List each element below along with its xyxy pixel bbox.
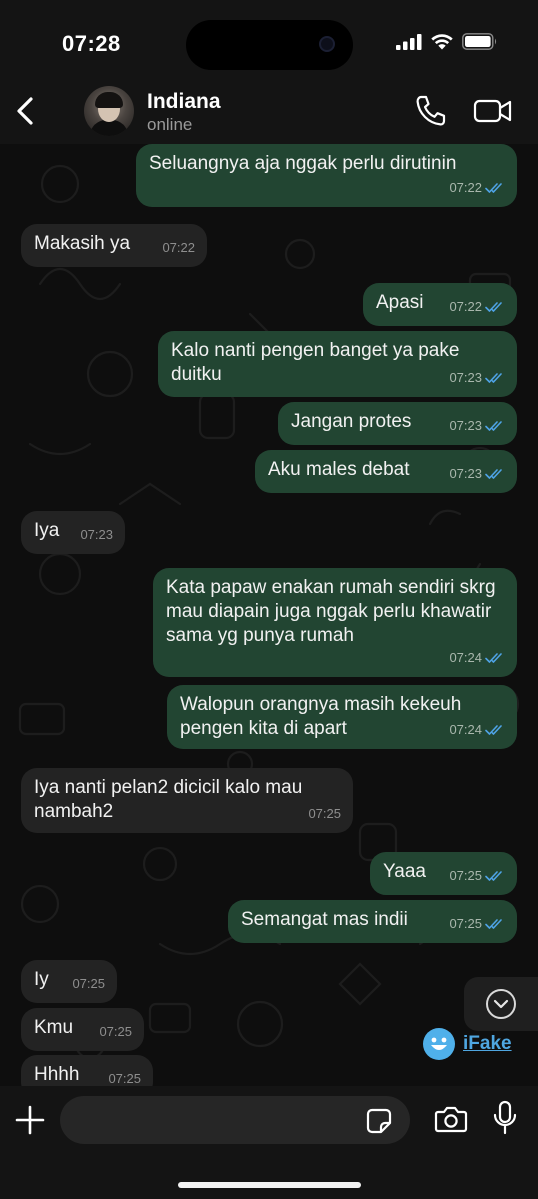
outgoing-message[interactable]: Seluangnya aja nggak perlu dirutinin 07:2… bbox=[136, 144, 517, 207]
voice-message-button[interactable] bbox=[492, 1100, 518, 1136]
outgoing-message[interactable]: Kalo nanti pengen banget ya pake duitku 0… bbox=[158, 331, 517, 397]
message-time: 07:23 bbox=[449, 370, 482, 385]
message-time: 07:22 bbox=[449, 299, 482, 314]
message-meta: 07:25 bbox=[449, 912, 505, 936]
incoming-message[interactable]: Makasih ya 07:22 bbox=[21, 224, 207, 267]
battery-icon bbox=[462, 33, 497, 50]
status-bar: 07:28 bbox=[0, 0, 538, 84]
incoming-message[interactable]: Iya 07:23 bbox=[21, 511, 125, 554]
double-check-icon bbox=[485, 373, 502, 383]
message-time: 07:25 bbox=[449, 916, 482, 931]
message-time: 07:25 bbox=[449, 868, 482, 883]
back-button[interactable] bbox=[10, 94, 40, 128]
message-time: 07:24 bbox=[449, 722, 482, 737]
outgoing-message[interactable]: Walopun orangnya masih kekeuh pengen kit… bbox=[167, 685, 517, 749]
sticker-button[interactable] bbox=[366, 1108, 392, 1134]
double-check-icon bbox=[485, 871, 502, 881]
incoming-message[interactable]: Kmu 07:25 bbox=[21, 1008, 144, 1051]
double-check-icon bbox=[485, 653, 502, 663]
message-meta: 07:24 bbox=[449, 718, 505, 742]
message-meta: 07:25 bbox=[308, 802, 341, 826]
incoming-message[interactable]: Iy 07:25 bbox=[21, 960, 117, 1003]
message-meta: 07:22 bbox=[449, 295, 505, 319]
double-check-icon bbox=[485, 421, 502, 431]
video-call-button[interactable] bbox=[473, 96, 513, 126]
message-time: 07:23 bbox=[449, 466, 482, 481]
double-check-icon bbox=[485, 725, 502, 735]
phone-icon bbox=[416, 95, 446, 126]
message-text: Seluangnya aja nggak perlu dirutinin bbox=[149, 153, 457, 174]
double-check-icon bbox=[485, 183, 502, 193]
double-check-icon bbox=[485, 469, 502, 479]
message-meta: 07:23 bbox=[80, 523, 113, 547]
message-meta: 07:23 bbox=[449, 366, 505, 390]
watermark: iFake bbox=[423, 1028, 512, 1060]
status-time: 07:28 bbox=[62, 31, 121, 56]
watermark-label: iFake bbox=[463, 1033, 512, 1054]
chevron-down-icon bbox=[486, 989, 516, 1019]
message-text: Iya nanti pelan2 dicicil kalo mau nambah… bbox=[34, 777, 303, 822]
camera-button[interactable] bbox=[434, 1104, 468, 1134]
message-meta: 07:24 bbox=[449, 646, 505, 670]
front-camera-icon bbox=[319, 36, 335, 52]
dynamic-island bbox=[186, 20, 353, 70]
message-meta: 07:25 bbox=[449, 864, 505, 888]
avatar-body bbox=[90, 120, 128, 136]
outgoing-message[interactable]: Kata papaw enakan rumah sendiri skrg mau… bbox=[153, 568, 517, 677]
message-time: 07:22 bbox=[449, 180, 482, 195]
camera-icon bbox=[434, 1106, 468, 1133]
double-check-icon bbox=[485, 302, 502, 312]
message-meta: 07:22 bbox=[449, 176, 505, 200]
message-meta: 07:22 bbox=[162, 236, 195, 260]
chevron-left-icon bbox=[17, 97, 33, 125]
wifi-icon bbox=[431, 34, 453, 50]
chat-header: Indiana online bbox=[0, 84, 538, 144]
message-time: 07:25 bbox=[108, 1071, 141, 1086]
message-meta: 07:23 bbox=[449, 414, 505, 438]
message-time: 07:23 bbox=[80, 527, 113, 542]
microphone-icon bbox=[493, 1100, 517, 1135]
message-time: 07:22 bbox=[162, 240, 195, 255]
message-time: 07:24 bbox=[449, 650, 482, 665]
message-time: 07:25 bbox=[72, 976, 105, 991]
message-meta: 07:25 bbox=[72, 972, 105, 996]
message-text: Kata papaw enakan rumah sendiri skrg mau… bbox=[166, 577, 496, 646]
message-meta: 07:23 bbox=[449, 462, 505, 486]
outgoing-message[interactable]: Aku males debat 07:23 bbox=[255, 450, 517, 493]
attach-button[interactable] bbox=[14, 1104, 46, 1136]
message-meta: 07:25 bbox=[99, 1020, 132, 1044]
message-time: 07:25 bbox=[308, 806, 341, 821]
avatar-hair bbox=[95, 92, 123, 108]
voice-call-button[interactable] bbox=[414, 94, 446, 128]
outgoing-message[interactable]: Yaaa 07:25 bbox=[370, 852, 517, 895]
outgoing-message[interactable]: Apasi 07:22 bbox=[363, 283, 517, 326]
outgoing-message[interactable]: Semangat mas indii 07:25 bbox=[228, 900, 517, 943]
outgoing-message[interactable]: Jangan protes 07:23 bbox=[278, 402, 517, 445]
scroll-to-bottom-button[interactable] bbox=[464, 977, 538, 1031]
message-meta: 07:25 bbox=[108, 1067, 141, 1086]
incoming-message[interactable]: Hhhh 07:25 bbox=[21, 1055, 153, 1086]
video-camera-icon bbox=[473, 99, 512, 123]
contact-status: online bbox=[147, 115, 193, 134]
status-icons bbox=[396, 33, 498, 50]
composer-bar bbox=[0, 1086, 538, 1199]
home-indicator[interactable] bbox=[178, 1182, 361, 1188]
sticker-icon bbox=[366, 1108, 392, 1134]
incoming-message[interactable]: Iya nanti pelan2 dicicil kalo mau nambah… bbox=[21, 768, 353, 833]
smiley-logo-icon bbox=[423, 1028, 455, 1060]
plus-icon bbox=[15, 1105, 45, 1135]
contact-avatar[interactable] bbox=[84, 86, 134, 136]
message-input[interactable] bbox=[60, 1096, 410, 1144]
contact-name[interactable]: Indiana bbox=[147, 90, 221, 114]
message-time: 07:25 bbox=[99, 1024, 132, 1039]
cellular-signal-icon bbox=[396, 33, 422, 50]
chat-area[interactable]: Seluangnya aja nggak perlu dirutinin 07:2… bbox=[0, 144, 538, 1086]
double-check-icon bbox=[485, 919, 502, 929]
message-time: 07:23 bbox=[449, 418, 482, 433]
